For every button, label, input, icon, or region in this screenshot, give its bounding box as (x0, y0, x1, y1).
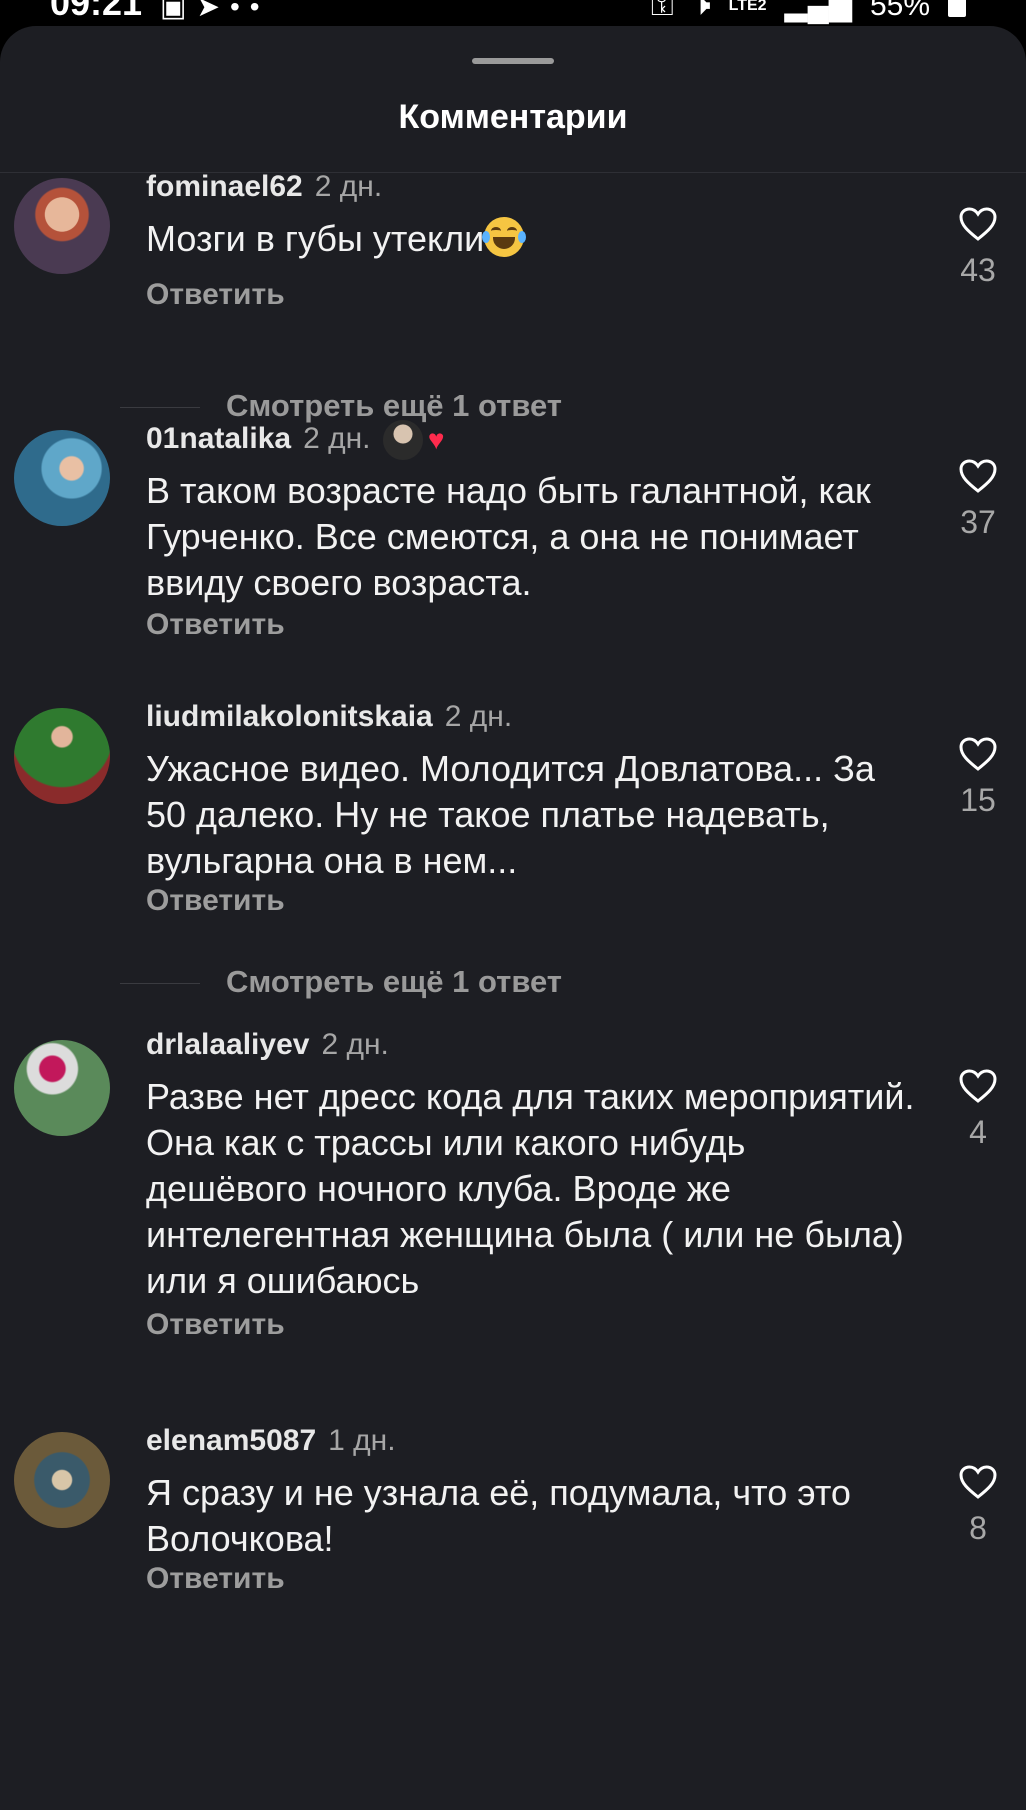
like-button[interactable]: 8 (940, 1464, 1016, 1547)
comment-text: Мозги в губы утекли (146, 216, 916, 262)
avatar[interactable] (14, 1040, 110, 1136)
comment-text: Я сразу и не узнала её, подумала, что эт… (146, 1472, 851, 1559)
username-text: liudmilakolonitskaia (146, 700, 433, 733)
status-bar: 09:21 ▣➤•• ⚿ 🕨 LTE2 ▂▄▆ 55% (0, 0, 1026, 28)
comment-username[interactable]: drlalaaliyev 2 дн. (146, 1028, 389, 1062)
like-button[interactable]: 37 (940, 458, 1016, 541)
replies-line (120, 407, 200, 408)
battery-icon (948, 0, 966, 17)
network-label: LTE2 (728, 0, 767, 14)
like-count: 15 (960, 782, 996, 818)
heart-icon (959, 1069, 997, 1103)
comment-text-content: Мозги в губы утекли (146, 218, 485, 259)
laughing-tears-emoji-icon (482, 217, 527, 257)
notification-icons: ▣➤•• (160, 0, 270, 23)
creator-heart-icon: ♥ (427, 424, 445, 455)
view-more-replies-label: Смотреть ещё 1 ответ (226, 388, 562, 423)
sheet-title: Комментарии (398, 98, 628, 136)
title-divider (0, 172, 1026, 173)
dots-icon: •• (229, 0, 270, 22)
comment-time: 2 дн. (314, 174, 383, 203)
telegram-icon: ➤ (196, 0, 230, 22)
reply-button[interactable]: Ответить (146, 884, 285, 918)
avatar[interactable] (14, 430, 110, 526)
comment-username[interactable]: elenam5087 1 дн. (146, 1424, 396, 1458)
like-button[interactable]: 15 (940, 736, 1016, 819)
comment-time: 1 дн. (328, 1424, 396, 1457)
signal-icon: ▂▄▆ (784, 0, 852, 22)
status-right: ⚿ 🕨 LTE2 ▂▄▆ 55% (651, 0, 966, 23)
status-time: 09:21 (50, 0, 143, 23)
comments-sheet: Комментарии fominael62 2 дн. Мозги в губы… (0, 26, 1026, 1810)
username-text: elenam5087 (146, 1424, 317, 1457)
comment-username[interactable]: 01natalika 2 дн. ♥ (146, 420, 445, 460)
username-text: fominael62 (146, 174, 303, 203)
heart-icon (959, 207, 997, 241)
like-count: 43 (960, 252, 996, 288)
comment-time: 2 дн. (444, 700, 513, 733)
reply-button[interactable]: Ответить (146, 278, 285, 312)
key-icon: ⚿ (650, 0, 674, 22)
reply-button[interactable]: Ответить (146, 608, 285, 642)
comment-text: Разве нет дресс кода для таких мероприят… (146, 1076, 915, 1301)
like-count: 8 (969, 1510, 987, 1546)
avatar[interactable] (14, 1432, 110, 1528)
username-text: drlalaaliyev (146, 1028, 310, 1061)
creator-liked-avatar: ♥ (382, 420, 445, 460)
heart-icon (959, 737, 997, 771)
avatar[interactable] (14, 708, 110, 804)
comment-list[interactable]: fominael62 2 дн. Мозги в губы утекли Отве… (0, 174, 1026, 1810)
username-text: 01natalika (146, 421, 292, 455)
view-more-replies-label: Смотреть ещё 1 ответ (226, 964, 562, 999)
comment-username[interactable]: fominael62 2 дн. (146, 174, 382, 204)
comment-time: 2 дн. (321, 1028, 389, 1061)
like-count: 4 (969, 1114, 987, 1150)
gallery-icon: ▣ (160, 0, 197, 22)
mute-icon: 🕨 (691, 0, 711, 22)
reply-button[interactable]: Ответить (146, 1562, 285, 1596)
replies-line (120, 983, 200, 984)
like-button[interactable]: 4 (940, 1068, 1016, 1151)
heart-icon (959, 459, 997, 493)
comment-time: 2 дн. (303, 421, 371, 455)
reply-button[interactable]: Ответить (146, 1308, 285, 1342)
avatar[interactable] (14, 178, 110, 274)
view-more-replies[interactable]: Смотреть ещё 1 ответ (120, 964, 720, 1004)
like-count: 37 (960, 504, 996, 540)
drag-handle[interactable] (472, 58, 554, 64)
comment-text: Ужасное видео. Молодится Довлатова... За… (146, 748, 875, 881)
comment-text: В таком возрасте надо быть галантной, ка… (146, 470, 871, 603)
battery-percent: 55% (869, 0, 930, 22)
heart-icon (959, 1465, 997, 1499)
comment-username[interactable]: liudmilakolonitskaia 2 дн. (146, 700, 512, 734)
like-button[interactable]: 43 (940, 206, 1016, 289)
